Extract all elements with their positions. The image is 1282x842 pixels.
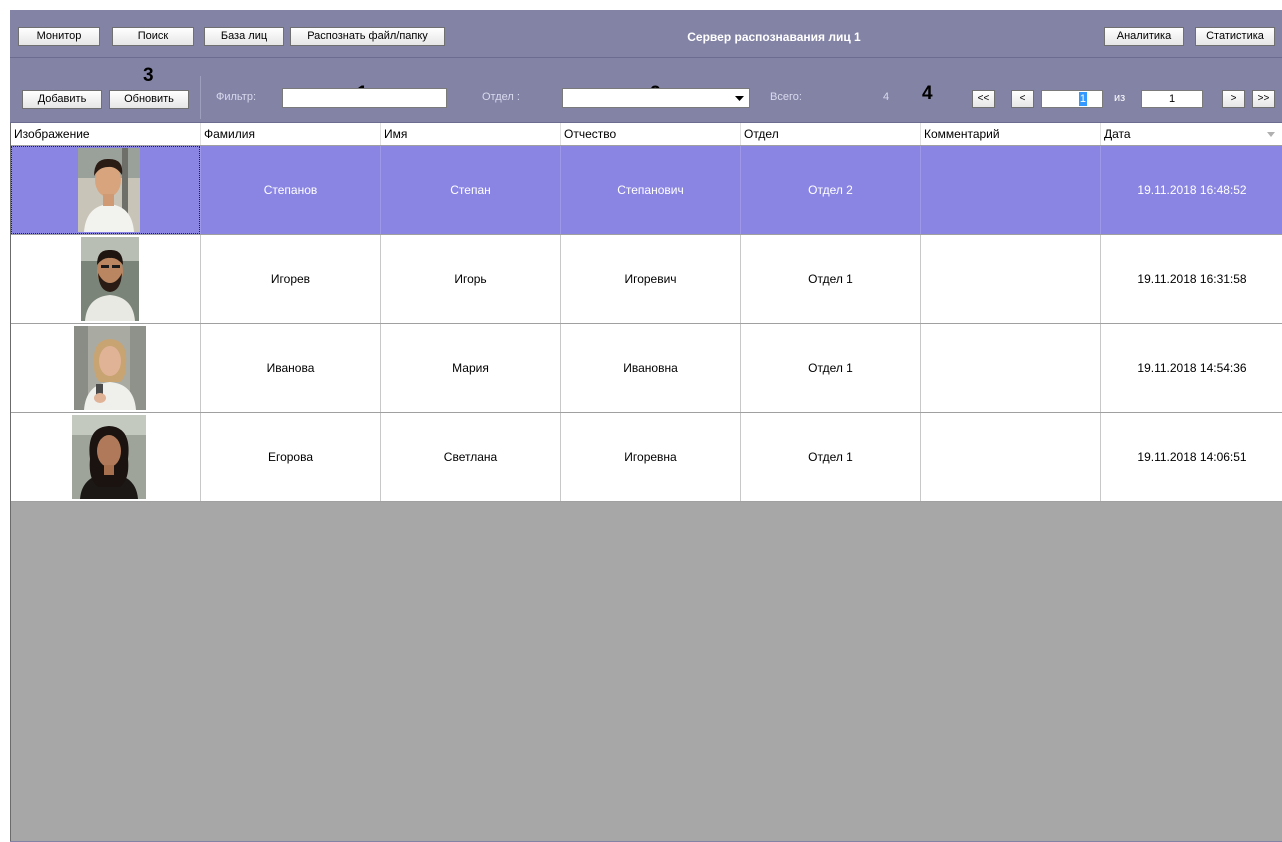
column-header-image[interactable]: Изображение <box>11 123 201 145</box>
faces-table: Изображение Фамилия Имя Отчество Отдел К… <box>10 123 1282 841</box>
column-header-date[interactable]: Дата <box>1101 123 1282 145</box>
face-db-button[interactable]: База лиц <box>204 27 284 46</box>
name-cell: Игорь <box>381 235 561 323</box>
face-photo-woman-2 <box>72 415 146 499</box>
focus-rectangle <box>11 146 200 234</box>
patronymic-cell: Игоревич <box>561 235 741 323</box>
last-page-button[interactable]: >> <box>1252 90 1275 108</box>
face-photo-woman-1 <box>74 326 146 410</box>
patronymic-cell: Игоревна <box>561 413 741 501</box>
recognize-file-button[interactable]: Распознать файл/папку <box>290 27 445 46</box>
name-cell: Степан <box>381 146 561 234</box>
top-toolbar: Монитор Поиск База лиц Распознать файл/п… <box>10 10 1282 56</box>
table-row[interactable]: Степанов Степан Степанович Отдел 2 19.11… <box>11 146 1282 235</box>
department-select[interactable] <box>562 88 750 108</box>
face-photo-man-2 <box>81 237 139 321</box>
patronymic-cell: Ивановна <box>561 324 741 412</box>
total-count: 4 <box>883 91 890 103</box>
sort-desc-icon <box>1267 132 1275 137</box>
total-pages-field: 1 <box>1141 90 1203 108</box>
filter-label: Фильтр: <box>216 91 257 103</box>
image-cell <box>11 235 201 323</box>
image-cell <box>11 146 201 234</box>
monitor-button[interactable]: Монитор <box>18 27 100 46</box>
next-page-button[interactable]: > <box>1222 90 1245 108</box>
department-cell: Отдел 1 <box>741 235 921 323</box>
department-label: Отдел : <box>482 91 520 103</box>
current-page-value: 1 <box>1078 92 1087 106</box>
analytics-button[interactable]: Аналитика <box>1104 27 1184 46</box>
column-header-comment[interactable]: Комментарий <box>921 123 1101 145</box>
name-cell: Мария <box>381 324 561 412</box>
date-cell: 19.11.2018 16:31:58 <box>1137 272 1247 286</box>
surname-cell: Игорев <box>201 235 381 323</box>
table-row[interactable]: Егорова Светлана Игоревна Отдел 1 19.11.… <box>11 413 1282 502</box>
table-row[interactable]: Игорев Игорь Игоревич Отдел 1 19.11.2018… <box>11 235 1282 324</box>
surname-cell: Иванова <box>201 324 381 412</box>
comment-cell <box>921 235 1101 323</box>
filter-input[interactable] <box>282 88 447 108</box>
current-page-input[interactable]: 1 <box>1041 90 1103 108</box>
of-label: из <box>1114 92 1126 104</box>
server-title: Сервер распознавания лиц 1 <box>687 30 861 44</box>
date-cell: 19.11.2018 14:06:51 <box>1137 450 1247 464</box>
search-button[interactable]: Поиск <box>112 27 194 46</box>
callout-3: 3 <box>143 65 154 86</box>
image-cell <box>11 324 201 412</box>
statistics-button[interactable]: Статистика <box>1195 27 1275 46</box>
refresh-button[interactable]: Обновить <box>109 90 189 109</box>
image-cell <box>11 413 201 501</box>
date-cell: 19.11.2018 14:54:36 <box>1137 361 1247 375</box>
divider <box>10 57 1282 58</box>
table-header: Изображение Фамилия Имя Отчество Отдел К… <box>11 123 1282 146</box>
column-header-department[interactable]: Отдел <box>741 123 921 145</box>
name-cell: Светлана <box>381 413 561 501</box>
department-cell: Отдел 1 <box>741 413 921 501</box>
surname-cell: Егорова <box>201 413 381 501</box>
table-row[interactable]: Иванова Мария Ивановна Отдел 1 19.11.201… <box>11 324 1282 413</box>
prev-page-button[interactable]: < <box>1011 90 1034 108</box>
chevron-down-icon <box>735 96 744 101</box>
add-button[interactable]: Добавить <box>22 90 102 109</box>
total-label: Всего: <box>770 91 802 103</box>
date-cell: 19.11.2018 16:48:52 <box>1137 183 1247 197</box>
surname-cell: Степанов <box>201 146 381 234</box>
first-page-button[interactable]: << <box>972 90 995 108</box>
department-cell: Отдел 2 <box>741 146 921 234</box>
column-header-patronymic[interactable]: Отчество <box>561 123 741 145</box>
comment-cell <box>921 324 1101 412</box>
department-cell: Отдел 1 <box>741 324 921 412</box>
column-header-name[interactable]: Имя <box>381 123 561 145</box>
patronymic-cell: Степанович <box>561 146 741 234</box>
column-header-surname[interactable]: Фамилия <box>201 123 381 145</box>
comment-cell <box>921 146 1101 234</box>
comment-cell <box>921 413 1101 501</box>
